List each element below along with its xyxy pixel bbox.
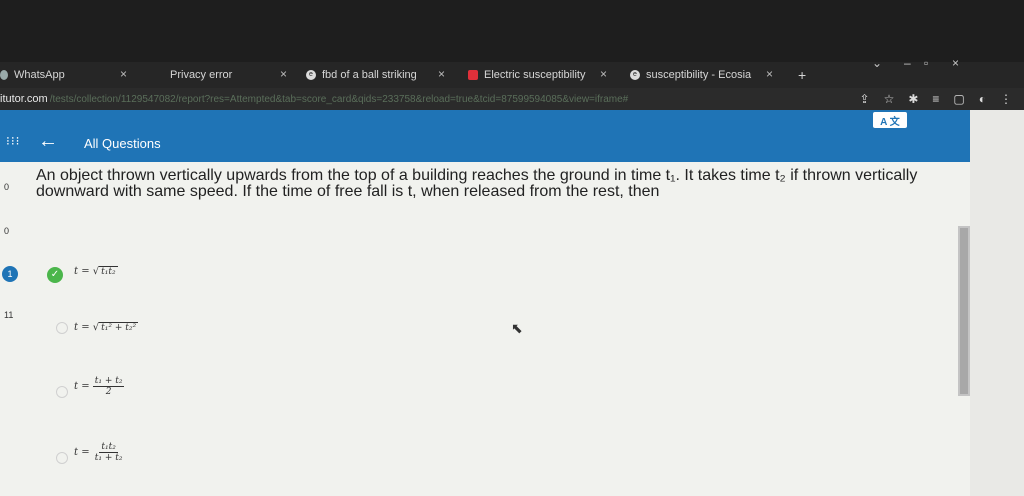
fraction-numerator: t₁ + t₂ [92, 376, 125, 387]
youtube-icon [468, 70, 478, 80]
profile-icon[interactable]: ◐ [979, 92, 986, 106]
page-content: ⁝⁝⁝ ← All Questions A 文 0 0 1 11 An obje… [0, 110, 1024, 496]
close-icon[interactable]: × [438, 67, 445, 81]
tab-bar: WhatsApp × Privacy error × e fbd of a ba… [0, 62, 1024, 88]
option-fraction: t₁t₂ t₁ + t₂ [93, 442, 125, 463]
question-number: 0 [4, 182, 10, 192]
tab-label: fbd of a ball striking [322, 69, 417, 81]
browser-top-dark [0, 0, 1024, 62]
tab-electric-susceptibility[interactable]: Electric susceptibility × [468, 67, 607, 83]
close-icon[interactable]: × [766, 67, 773, 81]
back-arrow-icon[interactable]: ← [38, 130, 58, 153]
page-title: All Questions [84, 136, 161, 151]
close-icon[interactable]: × [120, 67, 127, 81]
tab-label: WhatsApp [14, 69, 65, 81]
close-icon[interactable]: × [600, 67, 607, 81]
tab-susceptibility-ecosia[interactable]: e susceptibility - Ecosia × [630, 67, 773, 83]
fraction-numerator: t₁t₂ [99, 442, 118, 453]
option-2-radio[interactable] [56, 322, 68, 334]
fraction-denominator: 2 [105, 387, 112, 397]
option-fraction: t₁ + t₂ 2 [92, 376, 125, 397]
sidebar-icon[interactable]: ▢ [953, 92, 964, 106]
new-tab-button[interactable]: + [798, 67, 806, 83]
close-window-icon[interactable]: × [952, 56, 959, 70]
option-lhs: t = [74, 266, 90, 277]
fraction-denominator: t₁ + t₂ [94, 453, 123, 463]
current-question-badge[interactable]: 1 [2, 266, 18, 282]
option-3[interactable]: t = t₁ + t₂ 2 [74, 376, 125, 397]
ecosia-icon: e [630, 70, 640, 80]
extension-icon[interactable]: ✱ [908, 92, 918, 106]
tab-whatsapp[interactable]: WhatsApp × [0, 67, 127, 83]
translate-button[interactable]: A 文 [873, 112, 907, 128]
question-number: 11 [4, 310, 14, 320]
tab-privacy-error[interactable]: Privacy error × [170, 67, 287, 83]
address-path: /tests/collection/1129547082/report?res=… [49, 93, 629, 105]
menu-icon[interactable]: ⋮ [1000, 92, 1012, 106]
maximize-icon[interactable]: ▫ [924, 56, 928, 70]
close-icon[interactable]: × [280, 67, 287, 81]
option-3-radio[interactable] [56, 386, 68, 398]
ecosia-icon: e [306, 70, 316, 80]
option-expr: t₁² + t₂² [99, 322, 139, 333]
apps-grid-icon[interactable]: ⁝⁝⁝ [6, 134, 20, 148]
scrollbar-thumb[interactable] [960, 228, 968, 394]
mouse-cursor-icon: ⬉ [511, 320, 523, 336]
address-domain: itutor.com [0, 93, 48, 105]
correct-check-icon: ✓ [47, 267, 63, 283]
right-gutter [970, 110, 1024, 496]
page-header: ⁝⁝⁝ ← All Questions A 文 [0, 110, 970, 162]
share-icon[interactable]: ⇪ [860, 92, 870, 106]
option-lhs: t = [74, 322, 90, 333]
option-lhs: t = [74, 447, 90, 458]
question-number: 0 [4, 226, 10, 236]
whatsapp-icon [0, 70, 8, 80]
tab-label: susceptibility - Ecosia [646, 69, 752, 81]
tab-label: Electric susceptibility [484, 69, 586, 81]
address-bar[interactable]: itutor.com /tests/collection/1129547082/… [0, 88, 1024, 110]
option-expr: t₁t₂ [99, 266, 118, 277]
chevron-down-icon[interactable]: ⌄ [872, 56, 882, 70]
tab-label: Privacy error [170, 69, 233, 81]
minimize-icon[interactable]: – [904, 56, 911, 70]
option-4-radio[interactable] [56, 452, 68, 464]
star-icon[interactable]: ☆ [884, 92, 895, 106]
option-1[interactable]: t = √ t₁t₂ [74, 266, 118, 277]
option-lhs: t = [74, 381, 90, 392]
tab-fbd-ball[interactable]: e fbd of a ball striking × [306, 67, 445, 83]
option-4[interactable]: t = t₁t₂ t₁ + t₂ [74, 442, 124, 463]
reading-list-icon[interactable]: ≡ [932, 92, 939, 106]
option-2[interactable]: t = √ t₁² + t₂² [74, 322, 139, 333]
question-text: An object thrown vertically upwards from… [36, 167, 918, 200]
